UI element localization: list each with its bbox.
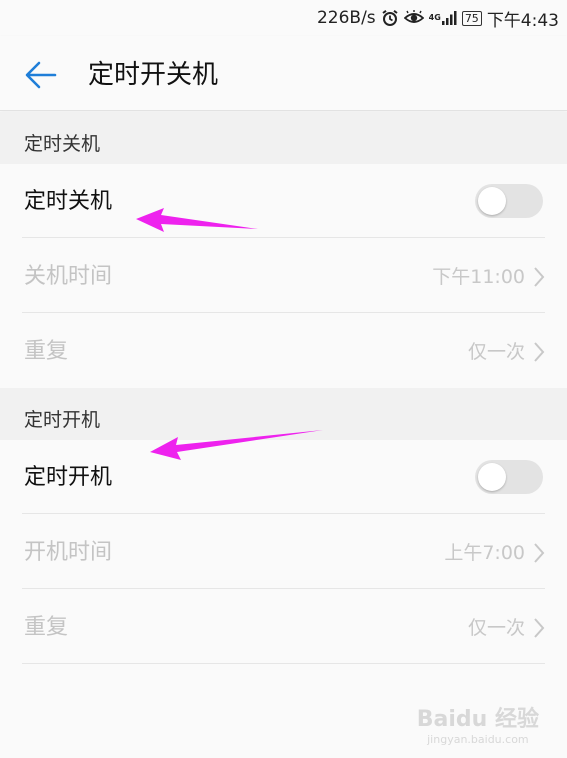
alarm-icon — [381, 9, 399, 27]
section-header-power-on: 定时开机 — [0, 388, 567, 440]
chevron-right-icon — [534, 342, 545, 362]
power-off-switch[interactable] — [475, 184, 543, 218]
watermark-logo: Baidu 经验 jingyan.baidu.com — [417, 707, 539, 746]
eye-comfort-icon — [403, 10, 424, 26]
power-off-repeat-row[interactable]: 重复 仅一次 — [0, 314, 567, 388]
power-off-repeat-value: 仅一次 — [467, 341, 525, 363]
power-off-toggle-label: 定时关机 — [24, 189, 113, 214]
power-on-time-label: 开机时间 — [24, 540, 113, 565]
power-on-repeat-value: 仅一次 — [467, 617, 525, 639]
battery-icon: 75 — [461, 10, 482, 26]
app-bar: 定时开关机 — [0, 36, 567, 111]
chevron-right-icon — [534, 543, 545, 563]
status-bar: 226B/s 4G 75 下午4:43 — [0, 0, 567, 36]
section-title: 定时关机 — [24, 133, 101, 155]
power-on-time-value: 上午7:00 — [444, 542, 525, 564]
power-on-switch[interactable] — [475, 460, 543, 494]
switch-knob — [478, 463, 506, 491]
status-icons: 226B/s 4G 75 下午4:43 — [316, 7, 559, 31]
section-header-power-off: 定时关机 — [0, 112, 567, 164]
clock-time: 下午4:43 — [486, 10, 559, 31]
power-off-toggle-row[interactable]: 定时关机 — [0, 164, 567, 238]
power-off-time-value: 下午11:00 — [432, 266, 525, 288]
divider — [22, 237, 545, 238]
power-on-repeat-label: 重复 — [24, 615, 69, 640]
divider — [22, 513, 545, 514]
page-title: 定时开关机 — [88, 60, 219, 90]
chevron-right-icon — [534, 618, 545, 638]
power-off-time-label: 关机时间 — [24, 264, 113, 289]
power-off-time-row[interactable]: 关机时间 下午11:00 — [0, 239, 567, 313]
back-arrow-icon[interactable] — [24, 58, 58, 92]
power-on-time-row[interactable]: 开机时间 上午7:00 — [0, 515, 567, 589]
switch-knob — [478, 187, 506, 215]
divider — [22, 663, 545, 664]
divider — [22, 312, 545, 313]
divider — [22, 588, 545, 589]
section-title: 定时开机 — [24, 409, 101, 431]
power-on-toggle-row[interactable]: 定时开机 — [0, 440, 567, 514]
chevron-right-icon — [534, 267, 545, 287]
power-off-repeat-label: 重复 — [24, 339, 69, 364]
power-on-repeat-row[interactable]: 重复 仅一次 — [0, 590, 567, 664]
net-type-label: 4G — [428, 13, 441, 22]
signal-icon: 4G — [429, 10, 457, 26]
network-speed: 226B/s — [316, 8, 376, 28]
watermark-brand: Baidu 经验 — [416, 707, 539, 732]
watermark-url: jingyan.baidu.com — [427, 733, 529, 746]
power-on-toggle-label: 定时开机 — [24, 465, 113, 490]
